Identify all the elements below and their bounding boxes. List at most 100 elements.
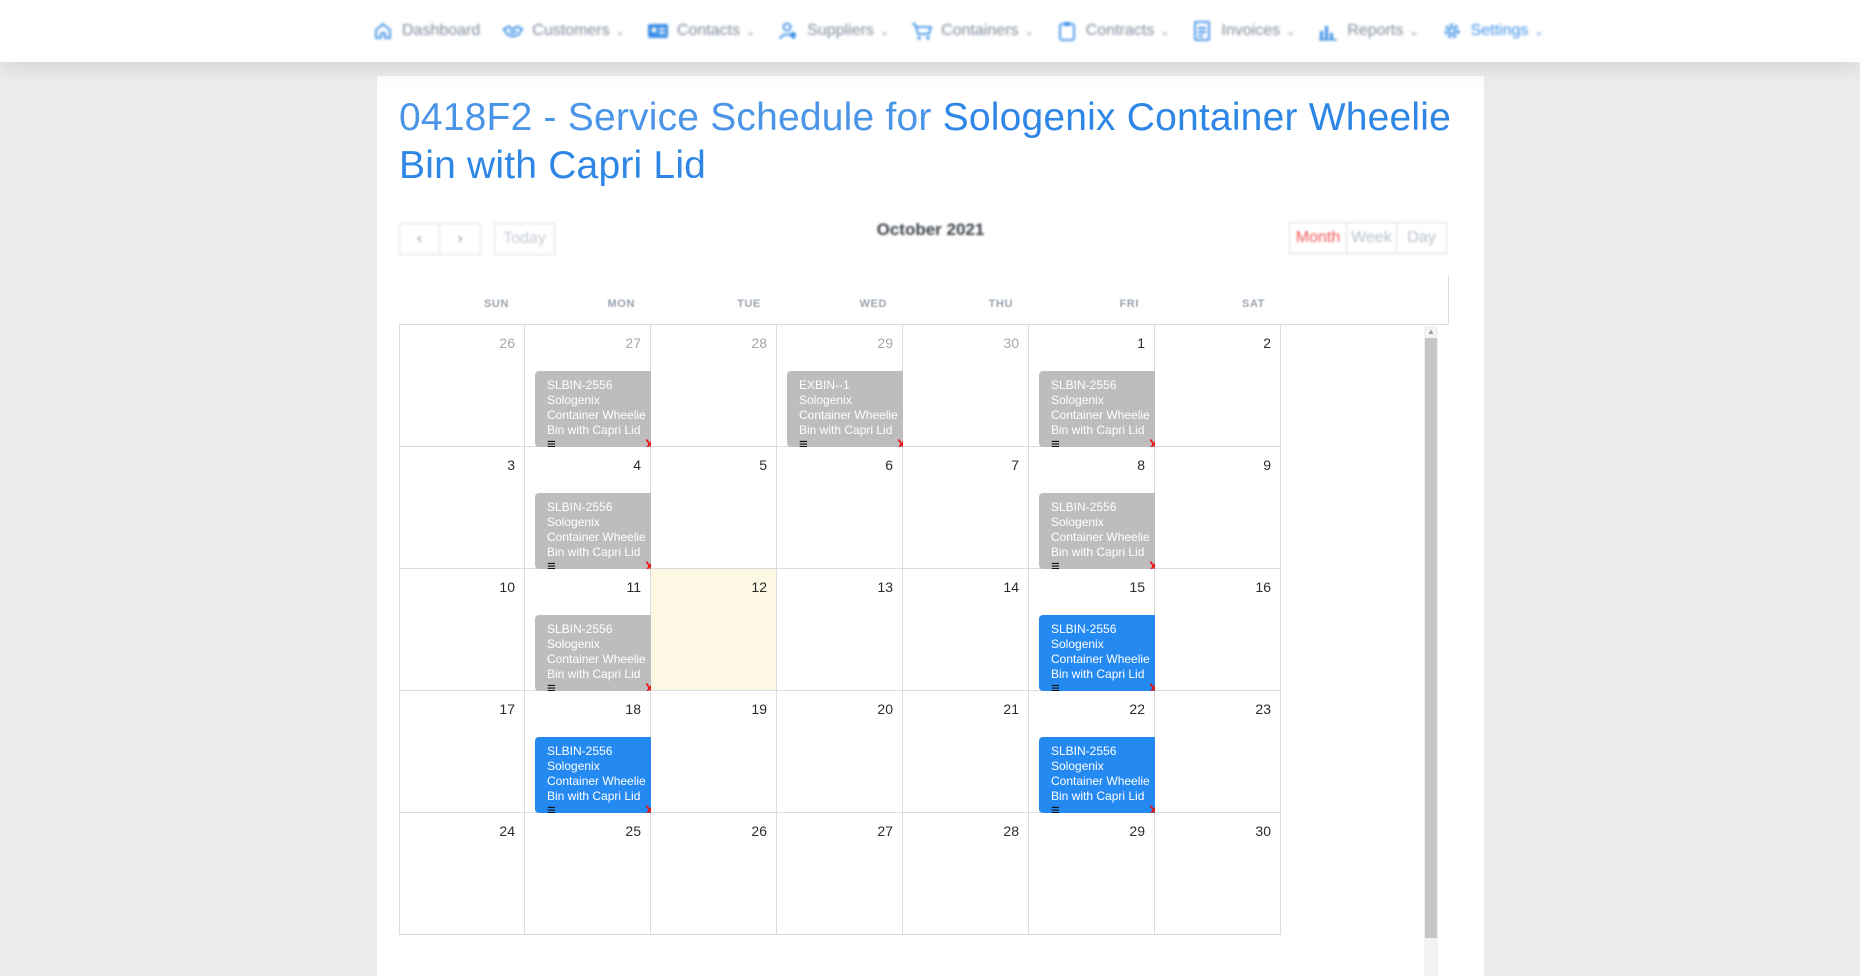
day-cell[interactable]: 2 [1155,325,1281,447]
day-number[interactable]: 3 [507,457,515,473]
day-number[interactable]: 28 [751,335,767,351]
service-event[interactable]: SLBIN-2556 Sologenix Container Wheelie Bin … [1039,737,1168,818]
day-cell[interactable]: 1 SLBIN-2556 Sologenix Container Wheelie Bin… [1029,325,1168,452]
day-cell[interactable]: 3 [399,447,525,569]
service-event[interactable]: EXBIN--1 Sologenix Container Wheelie Bin wi… [787,371,916,452]
day-cell[interactable]: 6 [777,447,903,569]
day-number[interactable]: 2 [1263,335,1271,351]
day-cell[interactable]: 4 SLBIN-2556 Sologenix Container Wheelie Bin… [525,447,664,574]
day-number[interactable]: 11 [626,579,641,595]
day-number[interactable]: 17 [499,701,515,717]
event-description-line: Bin with Capri Lid [1051,789,1145,803]
day-number[interactable]: 26 [499,335,515,351]
day-number[interactable]: 30 [1255,823,1271,839]
service-event[interactable]: SLBIN-2556 Sologenix Container Wheelie Bin … [535,371,664,452]
view-month-button[interactable]: Month [1289,222,1347,254]
day-cell[interactable]: 26 [399,325,525,447]
day-number[interactable]: 20 [877,701,893,717]
day-cell[interactable]: 30 [903,325,1029,447]
day-number[interactable]: 16 [1255,579,1271,595]
day-cell[interactable]: 23 [1155,691,1281,813]
day-number[interactable]: 22 [1129,701,1145,717]
day-cell[interactable]: 30 [1155,813,1281,935]
day-cell[interactable]: 15 SLBIN-2556 Sologenix Container Wheelie Bi… [1029,569,1168,696]
day-cell[interactable]: 13 [777,569,903,691]
day-number[interactable]: 26 [751,823,767,839]
day-number[interactable]: 27 [625,335,641,351]
day-number[interactable]: 18 [625,701,641,717]
day-cell[interactable]: 29 EXBIN--1 Sologenix Container Wheelie Bin … [777,325,916,452]
day-number[interactable]: 24 [499,823,515,839]
calendar-scrollbar[interactable]: ▲ [1424,326,1438,976]
service-event[interactable]: SLBIN-2556 Sologenix Container Wheelie Bin … [535,493,664,574]
day-number[interactable]: 15 [1129,579,1145,595]
view-week-button[interactable]: Week [1347,222,1397,254]
day-cell[interactable]: 9 [1155,447,1281,569]
day-cell[interactable]: 25 [525,813,651,935]
day-number[interactable]: 1 [1137,335,1145,351]
day-number[interactable]: 30 [1003,335,1019,351]
event-description-line: Bin with Capri Lid [547,423,641,437]
day-cell[interactable]: 16 [1155,569,1281,691]
view-day-button[interactable]: Day [1397,222,1447,254]
day-number[interactable]: 29 [877,335,893,351]
nav-item-settings[interactable]: Settings ⌄ [1441,20,1544,42]
service-event[interactable]: SLBIN-2556 Sologenix Container Wheelie Bin … [535,737,664,818]
day-number[interactable]: 5 [759,457,767,473]
day-number[interactable]: 7 [1011,457,1019,473]
day-number[interactable]: 21 [1003,701,1019,717]
day-cell[interactable]: 21 [903,691,1029,813]
event-description-line: Container Wheelie [1051,774,1150,788]
nav-item-contracts[interactable]: Contracts ⌄ [1056,20,1169,42]
nav-item-reports[interactable]: Reports ⌄ [1317,20,1419,42]
day-number[interactable]: 13 [877,579,893,595]
day-cell[interactable]: 14 [903,569,1029,691]
day-number[interactable]: 19 [751,701,767,717]
scrollbar-thumb[interactable] [1425,338,1437,938]
service-event[interactable]: SLBIN-2556 Sologenix Container Wheelie Bin … [535,615,664,696]
day-number[interactable]: 4 [633,457,641,473]
nav-item-customers[interactable]: Customers ⌄ [502,20,625,42]
day-cell[interactable]: 10 [399,569,525,691]
day-cell[interactable]: 24 [399,813,525,935]
day-number[interactable]: 8 [1137,457,1145,473]
nav-item-dashboard[interactable]: Dashboard [372,20,480,42]
nav-item-containers[interactable]: Containers ⌄ [911,20,1034,42]
day-cell[interactable]: 18 SLBIN-2556 Sologenix Container Wheelie Bi… [525,691,664,818]
day-cell[interactable]: 22 SLBIN-2556 Sologenix Container Wheelie Bi… [1029,691,1168,818]
nav-item-contacts[interactable]: Contacts ⌄ [647,20,755,42]
day-cell[interactable]: 11 SLBIN-2556 Sologenix Container Wheelie Bi… [525,569,664,696]
day-cell[interactable]: 27 SLBIN-2556 Sologenix Container Wheelie Bi… [525,325,664,452]
day-cell[interactable]: 7 [903,447,1029,569]
day-cell[interactable]: 27 [777,813,903,935]
day-cell[interactable]: 5 [651,447,777,569]
day-cell[interactable]: 17 [399,691,525,813]
nav-item-suppliers[interactable]: Suppliers ⌄ [777,20,889,42]
service-event[interactable]: SLBIN-2556 Sologenix Container Wheelie Bin … [1039,615,1168,696]
service-event[interactable]: SLBIN-2556 Sologenix Container Wheelie Bin … [1039,493,1168,574]
day-cell-today[interactable]: 12 [651,569,777,691]
day-number[interactable]: 25 [625,823,641,839]
day-cell[interactable]: 28 [903,813,1029,935]
day-cell[interactable]: 19 [651,691,777,813]
month-grid: 26 27 SLBIN-2556 Sologenix Container Wheelie… [399,324,1449,965]
day-number[interactable]: 29 [1129,823,1145,839]
nav-item-invoices[interactable]: Invoices ⌄ [1191,20,1295,42]
scroll-up-arrow-icon[interactable]: ▲ [1424,326,1438,338]
day-number[interactable]: 14 [1003,579,1019,595]
weekday-header-sat: SAT [1242,298,1265,310]
day-number[interactable]: 28 [1003,823,1019,839]
day-cell[interactable]: 26 [651,813,777,935]
day-number[interactable]: 9 [1263,457,1271,473]
day-cell[interactable]: 28 [651,325,777,447]
day-cell[interactable]: 8 SLBIN-2556 Sologenix Container Wheelie Bin… [1029,447,1168,574]
day-cell[interactable]: 29 [1029,813,1155,935]
day-number[interactable]: 27 [877,823,893,839]
service-event[interactable]: SLBIN-2556 Sologenix Container Wheelie Bin … [1039,371,1168,452]
day-number[interactable]: 23 [1255,701,1271,717]
weekday-header-mon: MON [607,298,635,310]
day-number[interactable]: 10 [499,579,515,595]
day-number[interactable]: 12 [751,579,767,595]
day-cell[interactable]: 20 [777,691,903,813]
day-number[interactable]: 6 [885,457,893,473]
